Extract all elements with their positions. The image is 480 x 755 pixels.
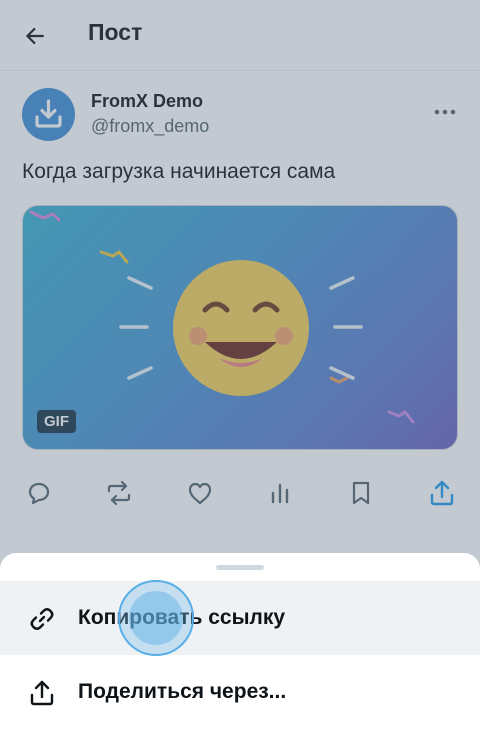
link-icon	[30, 608, 54, 630]
touch-indicator	[118, 580, 194, 656]
share-via-label: Поделиться через...	[78, 680, 287, 703]
share-icon	[30, 680, 54, 706]
copy-link-item[interactable]: Копировать ссылку	[0, 581, 480, 655]
share-via-item[interactable]: Поделиться через...	[0, 655, 480, 729]
sheet-drag-handle[interactable]	[216, 565, 264, 570]
